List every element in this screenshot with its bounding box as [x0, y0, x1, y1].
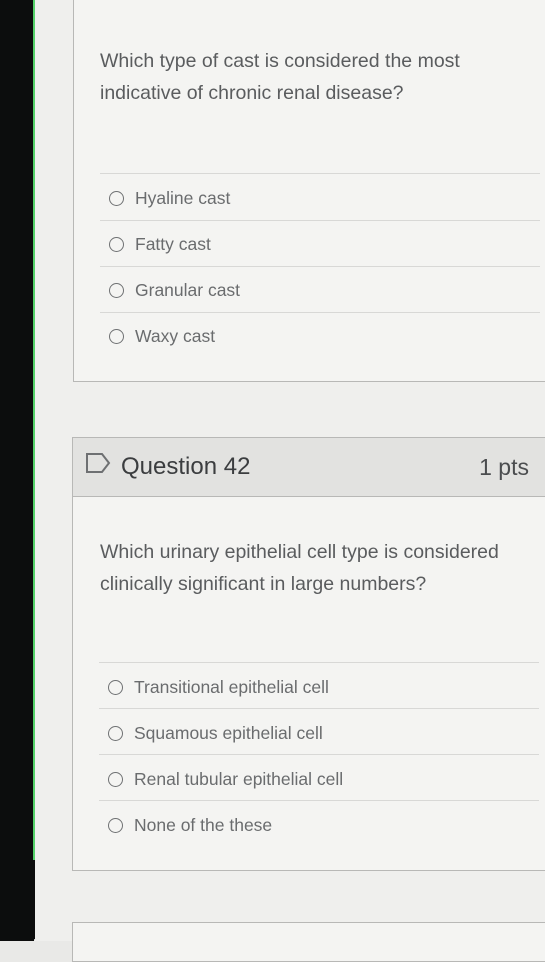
answer-label: Fatty cast: [135, 233, 211, 254]
flag-outline-icon[interactable]: [85, 452, 111, 474]
answer-label: Transitional epithelial cell: [134, 676, 329, 697]
answer-option[interactable]: Hyaline cast: [109, 183, 230, 213]
answer-option[interactable]: Renal tubular epithelial cell: [108, 764, 343, 794]
answer-option[interactable]: Transitional epithelial cell: [108, 672, 329, 702]
divider: [99, 662, 539, 663]
radio-button-icon[interactable]: [109, 282, 124, 298]
radio-button-icon[interactable]: [109, 236, 124, 252]
question-prompt: Which type of cast is considered the mos…: [100, 50, 460, 104]
divider: [99, 754, 539, 755]
radio-button-icon[interactable]: [108, 725, 123, 741]
answer-label: Waxy cast: [135, 325, 216, 346]
question-card-41: Which type of cast is considered the mos…: [73, 0, 545, 382]
question-title: Question 42: [121, 453, 251, 480]
question-card-next: [72, 922, 545, 962]
device-bezel: [0, 0, 34, 941]
radio-button-icon[interactable]: [108, 679, 123, 695]
question-card-42: Question 42 1 pts Which urinary epitheli…: [72, 437, 545, 871]
radio-button-icon[interactable]: [108, 817, 123, 833]
divider: [100, 173, 540, 174]
answer-label: Renal tubular epithelial cell: [134, 768, 344, 789]
answer-option[interactable]: Fatty cast: [109, 229, 211, 259]
question-header: Question 42 1 pts: [73, 438, 545, 497]
divider: [100, 220, 540, 221]
answer-label: Squamous epithelial cell: [134, 722, 323, 743]
question-prompt: Which urinary epithelial cell type is co…: [100, 541, 499, 595]
divider: [100, 312, 540, 313]
answer-label: None of the these: [134, 814, 273, 835]
radio-button-icon[interactable]: [108, 771, 123, 787]
answer-label: Granular cast: [135, 279, 241, 300]
radio-button-icon[interactable]: [109, 190, 124, 206]
answer-option[interactable]: Granular cast: [109, 275, 240, 305]
divider: [99, 708, 539, 709]
answer-option[interactable]: Squamous epithelial cell: [108, 718, 323, 748]
divider: [99, 800, 539, 801]
answer-label: Hyaline cast: [135, 187, 231, 208]
divider: [100, 266, 540, 267]
answer-option[interactable]: None of the these: [108, 810, 272, 840]
question-points: 1 pts: [479, 454, 529, 480]
answer-option[interactable]: Waxy cast: [109, 321, 215, 351]
radio-button-icon[interactable]: [109, 328, 124, 344]
